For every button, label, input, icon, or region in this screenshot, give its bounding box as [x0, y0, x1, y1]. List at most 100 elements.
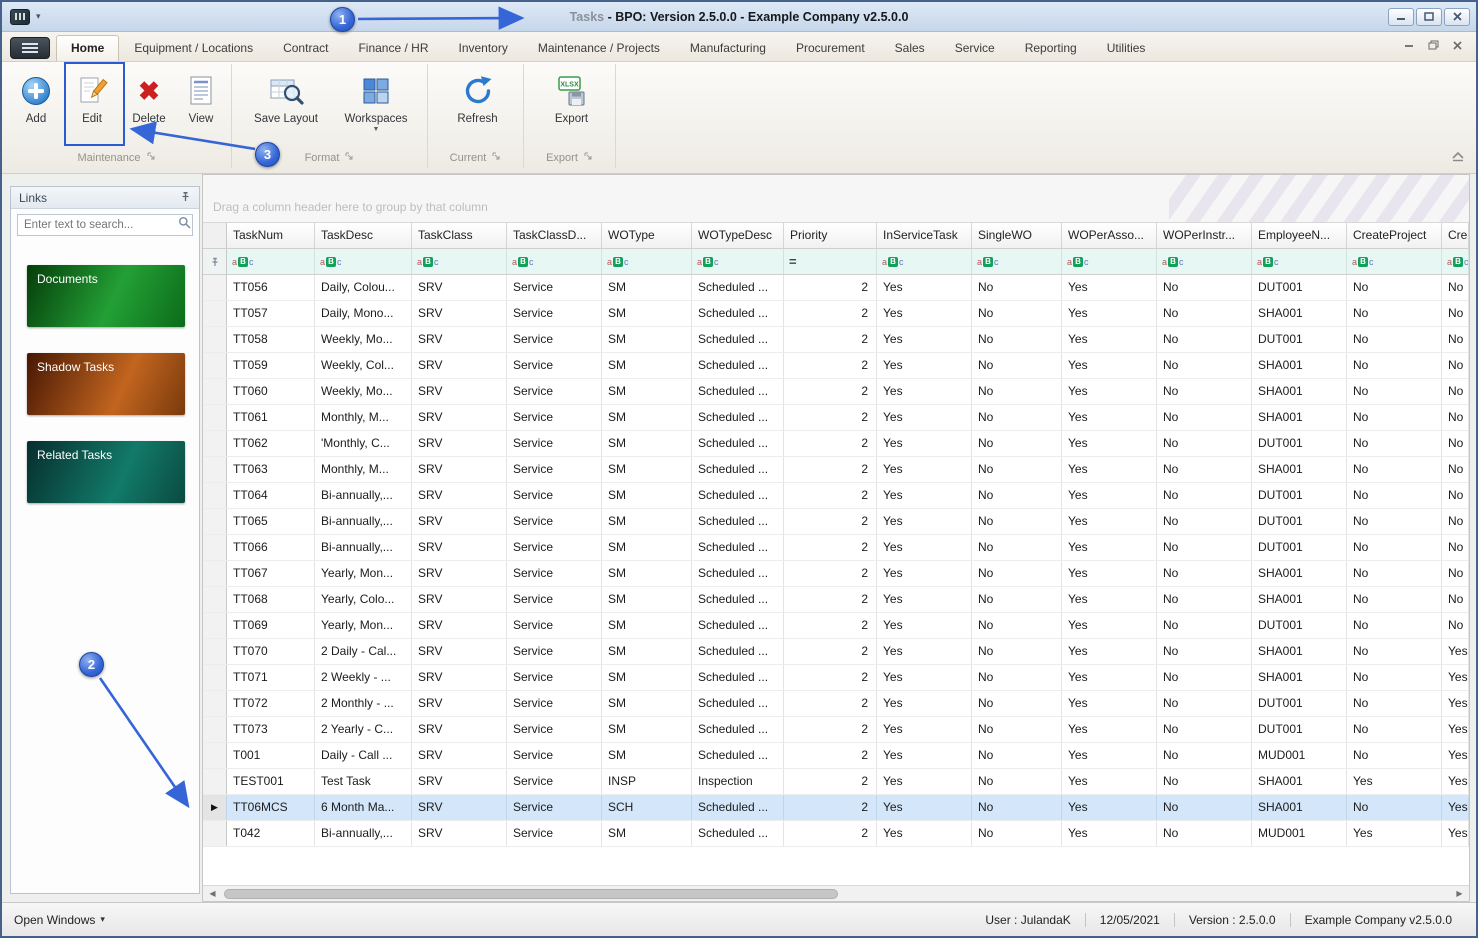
table-row-test001[interactable]: TEST001 Test Task SRV Service INSP Inspection… — [203, 769, 1469, 795]
table-row-tt059[interactable]: TT059 Weekly, Col... SRV Service SM Scheduled… — [203, 353, 1469, 379]
cell-crea: Yes — [1442, 717, 1469, 742]
sidebar-item-related-tasks[interactable]: Related Tasks — [27, 441, 185, 503]
edit-button[interactable]: Edit — [64, 68, 120, 125]
column-header-singlewo[interactable]: SingleWO — [972, 223, 1062, 248]
cell-priority: 2 — [784, 483, 877, 508]
column-header-taskclass[interactable]: TaskClass — [412, 223, 507, 248]
tab-home[interactable]: Home — [56, 35, 120, 61]
add-button[interactable]: Add — [12, 68, 60, 125]
tab-reporting[interactable]: Reporting — [1010, 35, 1092, 61]
table-row-tt061[interactable]: TT061 Monthly, M... SRV Service SM Scheduled … — [203, 405, 1469, 431]
sidebar-item-documents[interactable]: Documents — [27, 265, 185, 327]
column-header-wotype[interactable]: WOType — [602, 223, 692, 248]
app-menu-button[interactable] — [10, 37, 50, 59]
table-row-tt060[interactable]: TT060 Weekly, Mo... SRV Service SM Scheduled … — [203, 379, 1469, 405]
tab-utilities[interactable]: Utilities — [1092, 35, 1161, 61]
close-button[interactable] — [1444, 7, 1470, 26]
workspaces-button[interactable]: Workspaces ▼ — [338, 68, 414, 133]
scrollbar-thumb[interactable] — [224, 888, 838, 899]
tab-equipment-locations[interactable]: Equipment / Locations — [119, 35, 268, 61]
filter-cell-priority[interactable]: = — [784, 249, 877, 274]
column-header-inservicetask[interactable]: InServiceTask — [877, 223, 972, 248]
table-row-tt064[interactable]: TT064 Bi-annually,... SRV Service SM Schedule… — [203, 483, 1469, 509]
pin-icon[interactable] — [180, 191, 191, 205]
table-row-tt062[interactable]: TT062 'Monthly, C... SRV Service SM Scheduled… — [203, 431, 1469, 457]
table-row-tt069[interactable]: TT069 Yearly, Mon... SRV Service SM Scheduled… — [203, 613, 1469, 639]
tab-maintenance-projects[interactable]: Maintenance / Projects — [523, 35, 675, 61]
column-header-woperasso[interactable]: WOPerAsso... — [1062, 223, 1157, 248]
tab-inventory[interactable]: Inventory — [443, 35, 522, 61]
column-header-createproject[interactable]: CreateProject — [1347, 223, 1442, 248]
filter-cell-inservicetask[interactable]: aBc — [877, 249, 972, 274]
tab-procurement[interactable]: Procurement — [781, 35, 880, 61]
table-row-tt057[interactable]: TT057 Daily, Mono... SRV Service SM Scheduled… — [203, 301, 1469, 327]
table-row-tt068[interactable]: TT068 Yearly, Colo... SRV Service SM Schedule… — [203, 587, 1469, 613]
search-input[interactable] — [24, 219, 178, 231]
filter-cell-crea[interactable]: aBc — [1442, 249, 1469, 274]
dialog-launcher-icon[interactable] — [584, 152, 593, 164]
table-row-t001[interactable]: T001 Daily - Call ... SRV Service SM Schedule… — [203, 743, 1469, 769]
minimize-button[interactable] — [1388, 7, 1414, 26]
filter-cell-taskdesc[interactable]: aBc — [315, 249, 412, 274]
filter-cell-wotypedesc[interactable]: aBc — [692, 249, 784, 274]
column-header-tasknum[interactable]: TaskNum — [227, 223, 315, 248]
filter-cell-wotype[interactable]: aBc — [602, 249, 692, 274]
filter-cell-woperasso[interactable]: aBc — [1062, 249, 1157, 274]
view-button[interactable]: View — [178, 68, 224, 125]
table-row-t042[interactable]: T042 Bi-annually,... SRV Service SM Scheduled… — [203, 821, 1469, 847]
table-row-tt072[interactable]: TT072 2 Monthly - ... SRV Service SM Schedule… — [203, 691, 1469, 717]
dialog-launcher-icon[interactable] — [492, 152, 501, 164]
table-row-tt063[interactable]: TT063 Monthly, M... SRV Service SM Scheduled … — [203, 457, 1469, 483]
dialog-launcher-icon[interactable] — [345, 152, 354, 164]
tab-sales[interactable]: Sales — [880, 35, 940, 61]
column-header-crea[interactable]: Crea... — [1442, 223, 1469, 248]
search-icon[interactable] — [178, 216, 191, 234]
delete-button[interactable]: ✖ Delete — [124, 68, 174, 125]
column-header-taskclassd[interactable]: TaskClassD... — [507, 223, 602, 248]
table-row-tt06mcs[interactable]: ▶ TT06MCS 6 Month Ma... SRV Service SCH Schedu… — [203, 795, 1469, 821]
maximize-button[interactable] — [1416, 7, 1442, 26]
filter-cell-tasknum[interactable]: aBc — [227, 249, 315, 274]
horizontal-scrollbar[interactable]: ◀ ▶ — [203, 885, 1469, 901]
filter-cell-createproject[interactable]: aBc — [1347, 249, 1442, 274]
sidebar-item-shadow-tasks[interactable]: Shadow Tasks — [27, 353, 185, 415]
tab-finance-hr[interactable]: Finance / HR — [343, 35, 443, 61]
quick-access-dropdown-icon[interactable]: ▾ — [36, 11, 41, 22]
tab-manufacturing[interactable]: Manufacturing — [675, 35, 781, 61]
ribbon-close-icon[interactable] — [1453, 37, 1462, 55]
refresh-button[interactable]: Refresh — [447, 68, 509, 125]
table-row-tt073[interactable]: TT073 2 Yearly - C... SRV Service SM Schedule… — [203, 717, 1469, 743]
column-header-woperinstr[interactable]: WOPerInstr... — [1157, 223, 1252, 248]
filter-cell-singlewo[interactable]: aBc — [972, 249, 1062, 274]
filter-cell-taskclass[interactable]: aBc — [412, 249, 507, 274]
table-row-tt056[interactable]: TT056 Daily, Colou... SRV Service SM Schedule… — [203, 275, 1469, 301]
filter-cell-woperinstr[interactable]: aBc — [1157, 249, 1252, 274]
save-layout-button[interactable]: Save Layout — [248, 68, 324, 125]
scrollbar-track[interactable] — [222, 888, 1450, 900]
table-row-tt065[interactable]: TT065 Bi-annually,... SRV Service SM Schedule… — [203, 509, 1469, 535]
table-row-tt071[interactable]: TT071 2 Weekly - ... SRV Service SM Scheduled… — [203, 665, 1469, 691]
column-header-wotypedesc[interactable]: WOTypeDesc — [692, 223, 784, 248]
column-header-taskdesc[interactable]: TaskDesc — [315, 223, 412, 248]
scroll-right-icon[interactable]: ▶ — [1452, 887, 1467, 900]
filter-cell-taskclassd[interactable]: aBc — [507, 249, 602, 274]
cell-createproject: No — [1347, 379, 1442, 404]
dialog-launcher-icon[interactable] — [147, 152, 156, 164]
open-windows-button[interactable]: Open Windows ▾ — [2, 913, 105, 927]
column-header-employeen[interactable]: EmployeeN... — [1252, 223, 1347, 248]
group-by-panel[interactable]: Drag a column header here to group by th… — [203, 175, 1469, 223]
table-row-tt070[interactable]: TT070 2 Daily - Cal... SRV Service SM Schedul… — [203, 639, 1469, 665]
ribbon-restore-icon[interactable] — [1428, 37, 1439, 55]
table-row-tt067[interactable]: TT067 Yearly, Mon... SRV Service SM Scheduled… — [203, 561, 1469, 587]
table-row-tt066[interactable]: TT066 Bi-annually,... SRV Service SM Schedule… — [203, 535, 1469, 561]
table-row-tt058[interactable]: TT058 Weekly, Mo... SRV Service SM Scheduled … — [203, 327, 1469, 353]
ribbon-minimize-icon[interactable] — [1404, 37, 1414, 55]
scroll-left-icon[interactable]: ◀ — [205, 887, 220, 900]
export-button[interactable]: XLSX Export — [543, 68, 601, 125]
filter-cell-employeen[interactable]: aBc — [1252, 249, 1347, 274]
collapse-ribbon-icon[interactable] — [1450, 149, 1466, 167]
cell-crea: No — [1442, 509, 1469, 534]
tab-contract[interactable]: Contract — [268, 35, 343, 61]
column-header-priority[interactable]: Priority — [784, 223, 877, 248]
tab-service[interactable]: Service — [940, 35, 1010, 61]
